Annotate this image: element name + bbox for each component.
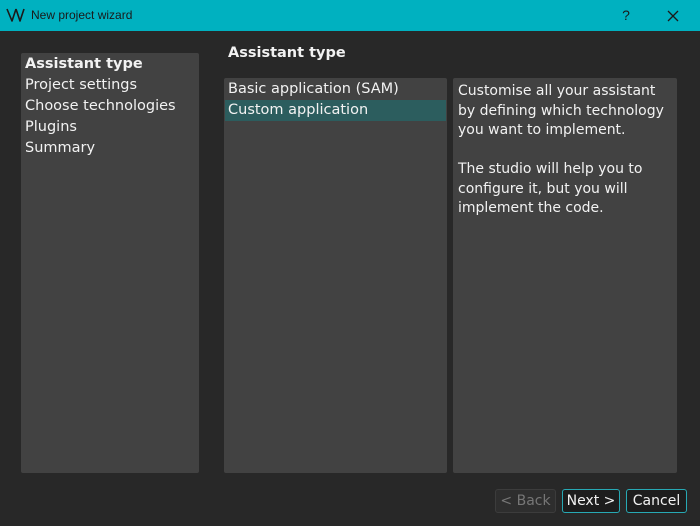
description-panel: Customise all your assistant by defining… bbox=[453, 78, 677, 473]
assistant-type-list: Basic application (SAM) Custom applicati… bbox=[224, 78, 447, 473]
step-assistant-type[interactable]: Assistant type bbox=[25, 54, 143, 74]
back-button[interactable]: < Back bbox=[495, 489, 556, 513]
description-text: Customise all your assistant by defining… bbox=[458, 82, 674, 238]
cancel-button[interactable]: Cancel bbox=[626, 489, 687, 513]
help-button[interactable]: ? bbox=[616, 5, 636, 25]
app-logo-icon bbox=[6, 8, 25, 22]
title-bar: New project wizard ? bbox=[0, 0, 700, 31]
wizard-steps-panel: Assistant type Project settings Choose t… bbox=[21, 53, 199, 473]
next-button[interactable]: Next > bbox=[562, 489, 620, 513]
description-paragraph: Customise all your assistant by defining… bbox=[458, 83, 664, 138]
step-summary[interactable]: Summary bbox=[25, 138, 95, 158]
page-title: Assistant type bbox=[228, 45, 346, 61]
close-icon[interactable] bbox=[664, 7, 682, 25]
option-custom-application[interactable]: Custom application bbox=[225, 100, 446, 121]
step-project-settings[interactable]: Project settings bbox=[25, 75, 137, 95]
step-plugins[interactable]: Plugins bbox=[25, 117, 77, 137]
window-title: New project wizard bbox=[31, 8, 133, 22]
option-basic-application[interactable]: Basic application (SAM) bbox=[225, 79, 446, 100]
step-choose-technologies[interactable]: Choose technologies bbox=[25, 96, 176, 116]
description-paragraph: The studio will help you to configure it… bbox=[458, 161, 643, 216]
